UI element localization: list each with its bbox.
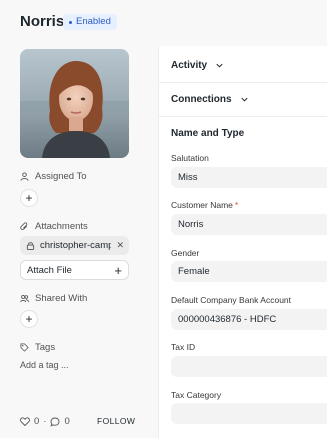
required-indicator: * <box>234 200 239 210</box>
connections-section-toggle[interactable]: Connections <box>159 83 327 117</box>
activity-section-toggle[interactable]: Activity <box>159 49 327 83</box>
main-form: Activity Connections Name and Type Salut… <box>158 46 327 438</box>
like-comment-stats: 0 · 0 <box>20 416 70 427</box>
avatar-image <box>20 49 129 158</box>
attachment-file-name[interactable]: christopher-camp <box>40 240 111 251</box>
bank-account-field[interactable]: 000000436876 - HDFC <box>171 309 327 330</box>
attachments-section: Attachments <box>20 221 88 232</box>
activity-label: Activity <box>171 60 208 71</box>
tags-label: Tags <box>35 342 56 353</box>
gender-label: Gender <box>171 248 200 258</box>
remove-attachment-icon[interactable]: ✕ <box>116 240 124 251</box>
gender-field[interactable]: Female <box>171 261 327 282</box>
stats-separator: · <box>43 416 47 427</box>
add-share-button[interactable]: + <box>20 310 38 328</box>
assigned-to-section: Assigned To <box>20 171 87 182</box>
salutation-label: Salutation <box>171 153 209 163</box>
attach-file-button[interactable]: Attach File + <box>20 260 129 280</box>
connections-label: Connections <box>171 94 232 105</box>
attachments-label: Attachments <box>35 221 88 232</box>
tax-id-label: Tax ID <box>171 342 196 352</box>
chevron-down-icon <box>216 63 223 68</box>
chevron-down-icon <box>241 97 248 102</box>
users-icon <box>20 295 29 303</box>
salutation-field[interactable]: Miss <box>171 167 327 188</box>
attachment-item[interactable]: christopher-camp ✕ <box>20 236 129 255</box>
comment-icon[interactable] <box>50 417 60 427</box>
bank-account-label: Default Company Bank Account <box>171 295 292 305</box>
follow-button[interactable]: FOLLOW <box>97 416 135 426</box>
tags-section: Tags <box>20 342 55 353</box>
lock-icon <box>26 242 35 250</box>
assigned-to-label: Assigned To <box>35 171 87 182</box>
tag-icon <box>20 343 29 352</box>
comments-count: 0 <box>64 416 70 427</box>
heart-icon[interactable] <box>20 417 30 426</box>
add-tag-input[interactable]: Add a tag ... <box>20 360 69 370</box>
likes-count: 0 <box>34 416 40 427</box>
customer-name-field[interactable]: Norris <box>171 214 327 235</box>
avatar[interactable] <box>20 49 129 158</box>
plus-icon: + <box>114 262 122 278</box>
user-icon <box>20 172 29 181</box>
attach-file-label: Attach File <box>27 264 72 276</box>
tax-category-label: Tax Category <box>171 390 222 400</box>
paperclip-icon <box>20 222 28 230</box>
section-title: Name and Type <box>171 128 245 139</box>
tax-id-field[interactable] <box>171 356 327 377</box>
shared-with-label: Shared With <box>35 293 88 304</box>
page-title: Norris <box>20 13 65 30</box>
shared-with-section: Shared With <box>20 293 87 304</box>
sidebar: Assigned To + Attachments christopher-ca… <box>0 46 158 438</box>
customer-name-label-text: Customer Name <box>171 200 233 210</box>
status-badge: Enabled <box>63 14 117 30</box>
add-assignee-button[interactable]: + <box>20 189 38 207</box>
tax-category-field[interactable] <box>171 403 327 424</box>
status-badge-label: Enabled <box>76 16 111 27</box>
status-dot-icon <box>69 20 72 24</box>
page-header: Norris Enabled <box>0 0 327 46</box>
customer-name-label: Customer Name * <box>171 200 238 210</box>
